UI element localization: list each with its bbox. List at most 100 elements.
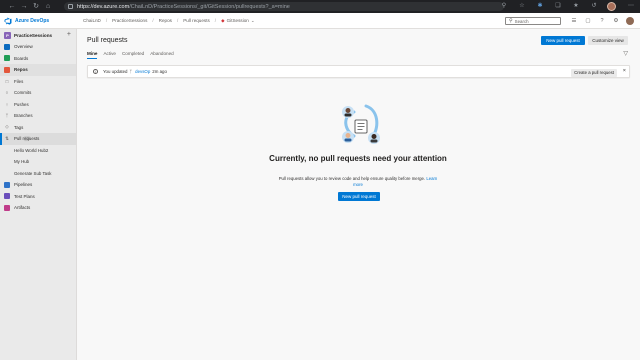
sidebar-item-boards[interactable]: Boards	[0, 53, 76, 65]
main-content: Pull requests New pull request Customize…	[77, 29, 640, 360]
browser-menu-icon[interactable]: ⋯	[622, 0, 640, 13]
search-input[interactable]: ⚲ Search	[505, 17, 561, 25]
sidebar-item-label: Pushes	[14, 101, 29, 107]
push-icon: ↑	[5, 101, 9, 107]
branch-link[interactable]: devsOp	[135, 69, 150, 74]
sidebar-item-artifacts[interactable]: Artifacts	[0, 202, 76, 214]
azure-devops-logo-icon	[4, 17, 12, 25]
sidebar-item-pipelines[interactable]: Pipelines	[0, 179, 76, 191]
sidebar-item-my-hub[interactable]: My Hub	[0, 156, 76, 168]
add-icon[interactable]: +	[67, 29, 71, 41]
home-icon[interactable]: ⌂	[42, 0, 54, 13]
mouse-cursor-icon: ☞	[24, 136, 31, 143]
sidebar-item-branches[interactable]: ᛉ Branches	[0, 110, 76, 122]
help-icon[interactable]: ?	[595, 18, 609, 24]
chevron-down-icon: ⌄	[250, 17, 255, 23]
url-host: https://dev.azure.com	[77, 3, 130, 10]
tag-icon: ◇	[5, 124, 9, 130]
tab-completed[interactable]: Completed	[122, 51, 144, 59]
sidebar-item-label: Repos	[14, 67, 28, 73]
sidebar-item-pull-requests[interactable]: ⇅ Pull requests ☞	[0, 133, 76, 145]
address-bar[interactable]: https://dev.azure.com/ChaiLnD/PracticeSe…	[64, 2, 504, 11]
list-icon[interactable]: ☰	[567, 18, 581, 24]
empty-state-description: Pull requests allow you to review code a…	[278, 176, 438, 188]
sidebar-item-label: My Hub	[14, 159, 30, 165]
empty-state-new-pull-request-button[interactable]: New pull request	[338, 192, 380, 201]
create-pull-request-button[interactable]: Create a pull request	[571, 68, 617, 77]
collections-icon[interactable]: ❏	[549, 0, 567, 13]
top-bar-actions: ⚲ Search ☰ ▢ ? ⚙	[505, 13, 640, 29]
sidebar-item-pushes[interactable]: ↑ Pushes	[0, 99, 76, 111]
lock-icon	[68, 4, 73, 9]
close-icon[interactable]: ×	[623, 68, 626, 74]
sync-icon[interactable]: ↺	[585, 0, 603, 13]
notice-prefix: You updated	[103, 69, 128, 74]
sidebar-item-hello-world-hub[interactable]: Hello World Hub2	[0, 145, 76, 157]
brand[interactable]: Azure DevOps	[0, 13, 78, 29]
file-icon: □	[5, 78, 9, 84]
sidebar-item-label: Commits	[14, 90, 32, 96]
sidebar-item-test-plans[interactable]: Test Plans	[0, 191, 76, 203]
page-title: Pull requests	[87, 37, 128, 44]
breadcrumb-repo-selector[interactable]: ◆ GitSession ⌄	[216, 18, 260, 24]
sidebar-item-label: Overview	[14, 44, 33, 50]
shopping-bag-icon[interactable]: ▢	[581, 18, 595, 24]
azure-devops-app: Azure DevOps ChaiLnD / PracticeSessions …	[0, 13, 640, 360]
pull-request-illustration-icon	[342, 104, 380, 144]
user-settings-icon[interactable]: ⚙	[609, 18, 623, 24]
sidebar-item-label: Files	[14, 78, 24, 84]
sidebar-item-label: Artifacts	[14, 205, 31, 211]
customize-view-button[interactable]: Customize view	[588, 36, 628, 45]
sidebar-item-label: Branches	[14, 113, 33, 119]
breadcrumb-pull-requests[interactable]: Pull requests	[178, 18, 215, 23]
breadcrumb-repo-label: GitSession	[226, 17, 249, 23]
repo-icon: ◆	[221, 17, 225, 23]
back-icon[interactable]: ←	[6, 0, 18, 13]
browser-toolbar: ← → ↻ ⌂ https://dev.azure.com/ChaiLnD/Pr…	[0, 0, 640, 13]
forward-icon[interactable]: →	[18, 0, 30, 13]
pipelines-icon	[4, 181, 10, 188]
brand-name: Azure DevOps	[15, 17, 50, 24]
browser-actions: ⚲ ☆ ✱ ❏ ★ ↺ ⋯	[495, 0, 640, 13]
breadcrumb-repos[interactable]: Repos	[154, 18, 177, 23]
branch-icon: ᛉ	[5, 113, 9, 119]
breadcrumb-project[interactable]: PracticeSessions	[107, 18, 152, 23]
search-placeholder: Search	[514, 18, 529, 24]
new-pull-request-button[interactable]: New pull request	[541, 36, 585, 45]
project-header[interactable]: P PracticeSessions +	[0, 29, 76, 41]
artifacts-icon	[4, 204, 10, 211]
favorite-star-icon[interactable]: ☆	[513, 0, 531, 13]
project-avatar: P	[4, 31, 11, 39]
tab-active[interactable]: Active	[103, 51, 116, 59]
browser-profile-avatar[interactable]	[607, 2, 616, 11]
notice-text: You updated ᛉ devsOp 2m ago	[103, 69, 167, 74]
sidebar-item-label: Hello World Hub2	[14, 147, 49, 153]
search-icon: ⚲	[509, 18, 513, 24]
sidebar-item-generate-sub-task[interactable]: Generate Sub Task	[0, 168, 76, 180]
sidebar: P PracticeSessions + Overview Boards Rep…	[0, 29, 77, 360]
sidebar-item-commits[interactable]: ○ Commits	[0, 87, 76, 99]
reload-icon[interactable]: ↻	[30, 0, 42, 13]
pull-request-icon: ⇅	[5, 135, 9, 141]
sidebar-item-label: Test Plans	[14, 193, 35, 199]
filter-icon[interactable]: ▽	[623, 50, 628, 57]
branch-icon: ᛉ	[129, 69, 133, 74]
sidebar-item-repos[interactable]: Repos	[0, 64, 76, 76]
commit-icon: ○	[5, 90, 9, 96]
sidebar-item-overview[interactable]: Overview	[0, 41, 76, 53]
extension-icon[interactable]: ✱	[531, 0, 549, 13]
sidebar-item-files[interactable]: □ Files	[0, 76, 76, 88]
tab-bar: Mine Active Completed Abandoned	[87, 51, 180, 59]
favorites-icon[interactable]: ★	[567, 0, 585, 13]
zoom-icon[interactable]: ⚲	[495, 0, 513, 13]
sidebar-item-label: Tags	[14, 124, 24, 130]
sidebar-item-tags[interactable]: ◇ Tags	[0, 122, 76, 134]
avatar[interactable]	[626, 17, 634, 25]
url-path: /ChaiLnD/PracticeSessions/_git/GitSessio…	[129, 3, 290, 10]
sidebar-item-label: Boards	[14, 55, 29, 61]
breadcrumb-org[interactable]: ChaiLnD	[78, 18, 106, 23]
empty-state-description-text: Pull requests allow you to review code a…	[278, 176, 426, 181]
test-plans-icon	[4, 193, 10, 200]
tab-mine[interactable]: Mine	[87, 51, 98, 59]
tab-abandoned[interactable]: Abandoned	[150, 51, 174, 59]
